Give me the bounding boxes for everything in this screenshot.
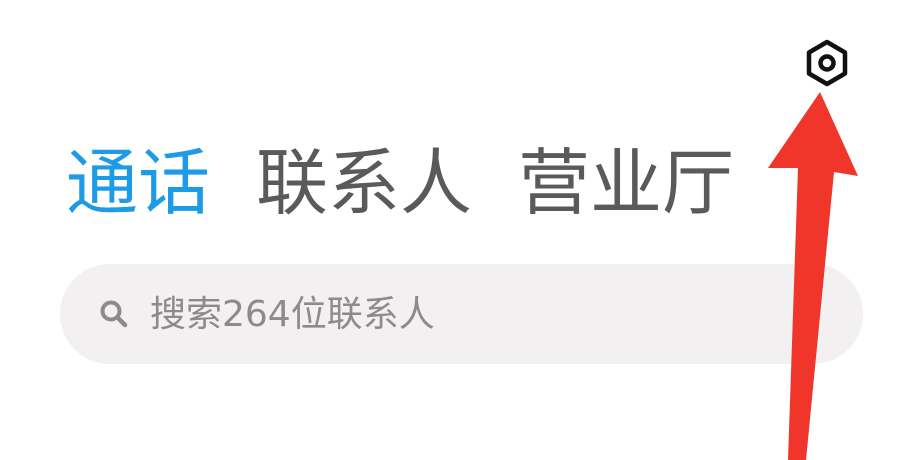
tab-bar: 通话 联系人 营业厅 [66,138,780,228]
tab-service-hall[interactable]: 营业厅 [518,138,734,228]
settings-icon [806,39,848,87]
search-input[interactable] [150,293,810,335]
search-bar[interactable] [60,264,863,364]
settings-button[interactable] [800,36,854,90]
tab-contacts[interactable]: 联系人 [256,138,472,228]
tab-calls[interactable]: 通话 [66,138,210,228]
contacts-app-screen: 通话 联系人 营业厅 [0,0,923,460]
search-icon [96,296,132,332]
annotation-arrow [768,92,858,460]
